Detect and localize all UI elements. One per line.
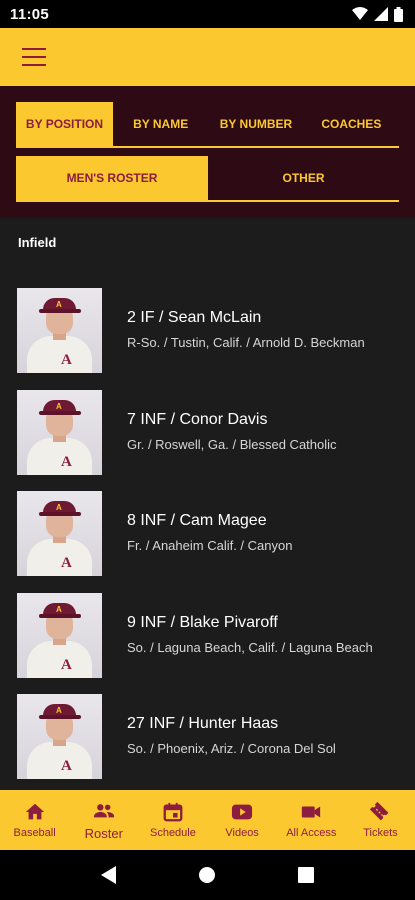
home-button-icon[interactable] [198, 866, 216, 884]
nav-schedule[interactable]: Schedule [138, 790, 207, 850]
nav-label: Tickets [363, 827, 398, 839]
primary-tabs: BY POSITION BY NAME BY NUMBER COACHES [16, 102, 399, 148]
system-navigation-bar [0, 850, 415, 900]
status-bar: 11:05 [0, 0, 415, 28]
menu-icon[interactable] [22, 48, 46, 66]
tab-mens-roster[interactable]: MEN'S ROSTER [16, 156, 208, 200]
app-bar [0, 28, 415, 86]
people-icon [93, 803, 114, 817]
nav-roster[interactable]: Roster [69, 790, 138, 850]
tab-by-number[interactable]: BY NUMBER [208, 102, 303, 146]
nav-tickets[interactable]: Tickets [346, 790, 415, 850]
roster-filter-panel: BY POSITION BY NAME BY NUMBER COACHES ME… [0, 86, 415, 218]
player-details: R-So. / Tustin, Calif. / Arnold D. Beckm… [127, 335, 365, 350]
player-row[interactable]: AA 9 INF / Blake Pivaroff So. / Laguna Be… [0, 592, 415, 695]
player-name: 9 INF / Blake Pivaroff [127, 613, 278, 631]
home-icon [25, 803, 44, 820]
nav-label: All Access [286, 827, 337, 839]
nav-label: Videos [225, 827, 259, 839]
player-list: AA 2 IF / Sean McLain R-So. / Tustin, Cal… [0, 288, 415, 790]
player-photo: AA [17, 288, 102, 373]
player-row[interactable]: AA 2 IF / Sean McLain R-So. / Tustin, Cal… [0, 288, 415, 390]
player-name: 27 INF / Hunter Haas [127, 715, 279, 732]
video-camera-icon [302, 806, 321, 818]
calendar-icon [163, 802, 183, 822]
back-icon[interactable] [100, 866, 117, 884]
player-photo: AA [17, 491, 102, 576]
tab-coaches[interactable]: COACHES [304, 102, 399, 146]
nav-baseball[interactable]: Baseball [0, 790, 69, 850]
player-name: 2 IF / Sean McLain [127, 309, 262, 326]
player-row[interactable]: AA 27 INF / Hunter Haas So. / Phoenix, Ar… [0, 694, 415, 790]
wifi-icon [352, 7, 368, 20]
player-photo: AA [17, 389, 102, 475]
section-heading: Infield [18, 235, 57, 250]
nav-label: Roster [84, 825, 123, 841]
player-name: 7 INF / Conor Davis [127, 410, 268, 428]
player-details: So. / Phoenix, Ariz. / Corona Del Sol [127, 741, 336, 756]
player-details: Fr. / Anaheim Calif. / Canyon [127, 538, 293, 553]
player-details: So. / Laguna Beach, Calif. / Laguna Beac… [127, 639, 373, 655]
player-row[interactable]: AA 7 INF / Conor Davis Gr. / Roswell, Ga.… [0, 389, 415, 492]
status-time: 11:05 [10, 5, 50, 23]
nav-all-access[interactable]: All Access [277, 790, 346, 850]
player-name: 8 INF / Cam Magee [127, 512, 267, 529]
player-photo: AA [17, 592, 102, 678]
battery-icon [394, 6, 403, 22]
secondary-tabs: MEN'S ROSTER OTHER [16, 156, 399, 202]
nav-videos[interactable]: Videos [208, 790, 277, 850]
player-row[interactable]: AA 8 INF / Cam Magee Fr. / Anaheim Calif.… [0, 491, 415, 593]
nav-label: Baseball [13, 827, 56, 839]
nav-label: Schedule [149, 827, 196, 839]
ticket-icon [370, 801, 389, 821]
player-details: Gr. / Roswell, Ga. / Blessed Catholic [127, 436, 337, 452]
roster-content: Infield AA 2 IF / Sean McLain R-So. / Tus… [0, 218, 415, 790]
tab-by-name[interactable]: BY NAME [113, 102, 208, 146]
player-photo: AA [17, 694, 102, 779]
status-icons [352, 6, 403, 22]
play-icon [232, 804, 253, 820]
bottom-navigation: Baseball Roster Schedule Videos All Acce… [0, 790, 415, 850]
recents-icon[interactable] [298, 867, 315, 883]
tab-by-position[interactable]: BY POSITION [16, 102, 113, 146]
tab-other[interactable]: OTHER [208, 156, 399, 200]
signal-icon [374, 7, 388, 21]
